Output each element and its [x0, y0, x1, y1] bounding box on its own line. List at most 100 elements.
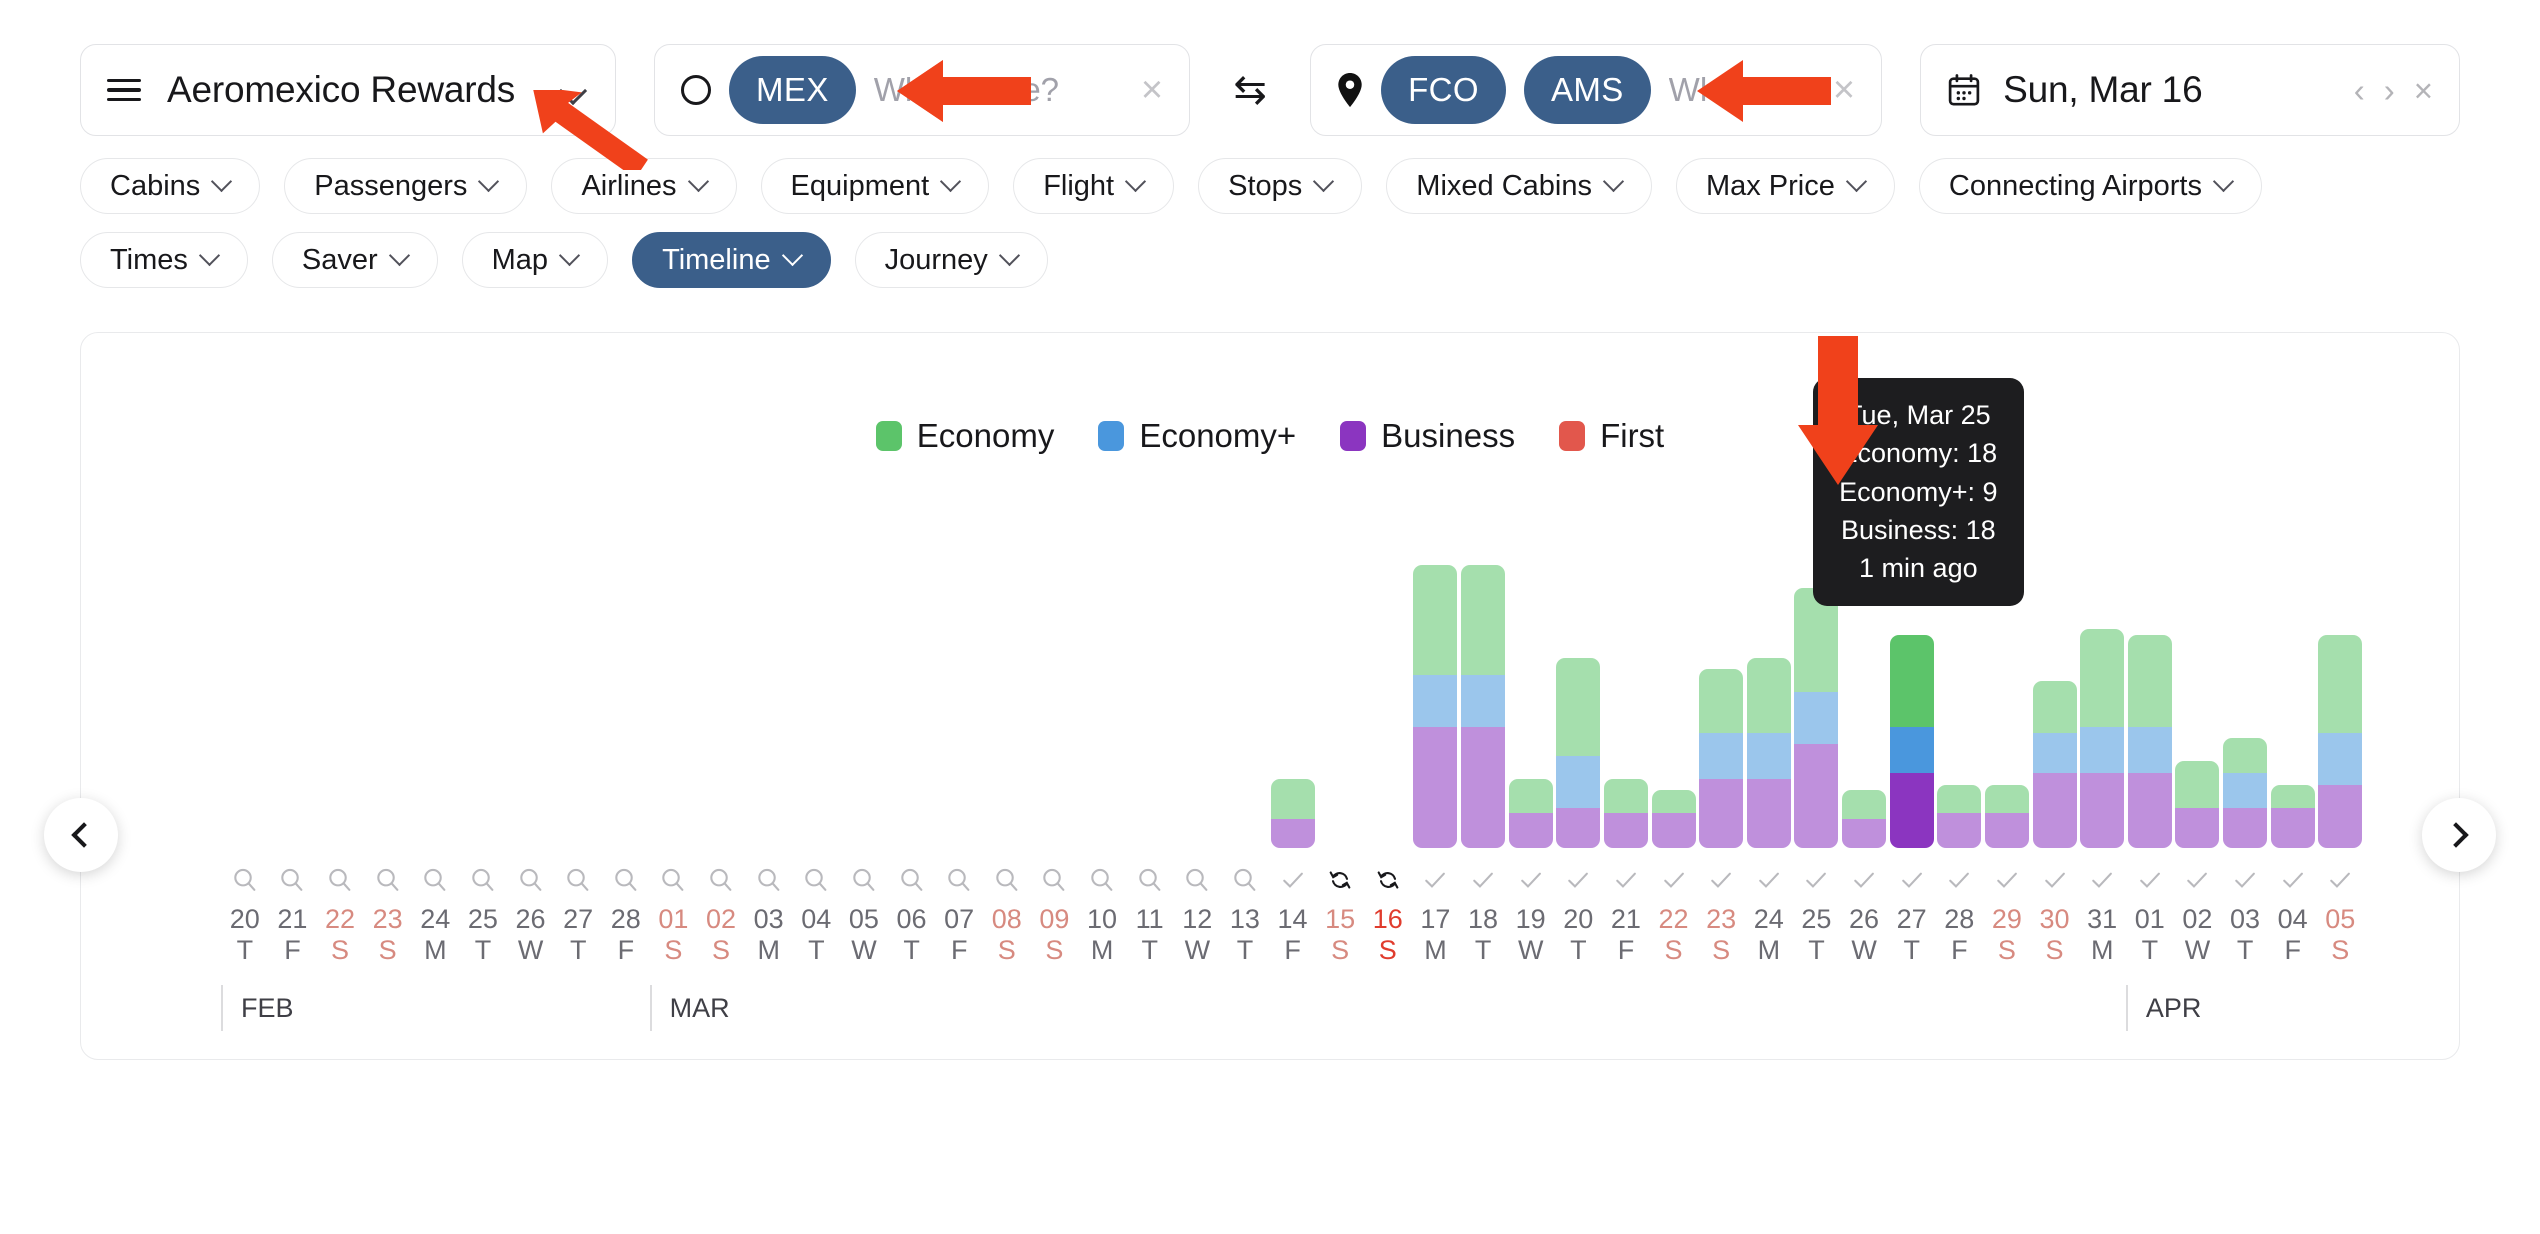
stacked-bar[interactable]	[1746, 657, 1791, 848]
date-status-icon[interactable]	[2183, 860, 2211, 900]
bar-column[interactable]	[364, 548, 412, 848]
stacked-bar[interactable]	[1984, 784, 2029, 848]
date-status-icon[interactable]	[374, 860, 402, 900]
date-axis-cell[interactable]: 23 S	[1697, 860, 1745, 966]
stacked-bar[interactable]	[1889, 634, 1934, 848]
filter-chip-connecting-airports[interactable]: Connecting Airports	[1918, 158, 2262, 214]
date-status-icon[interactable]	[612, 860, 640, 900]
filter-chip-times[interactable]: Times	[80, 232, 248, 288]
stacked-bar[interactable]	[1461, 565, 1506, 848]
date-axis-cell[interactable]: 08 S	[983, 860, 1031, 966]
stacked-bar[interactable]	[1842, 790, 1887, 848]
date-axis-cell[interactable]: 05 W	[840, 860, 888, 966]
bar-column[interactable]	[1697, 548, 1745, 848]
bar-column[interactable]	[316, 548, 364, 848]
stacked-bar[interactable]	[2032, 680, 2077, 848]
filter-chip-map[interactable]: Map	[461, 232, 609, 288]
bar-column[interactable]	[1269, 548, 1317, 848]
date-status-icon[interactable]	[278, 860, 306, 900]
date-status-icon[interactable]	[1945, 860, 1973, 900]
filter-chip-journey[interactable]: Journey	[854, 232, 1048, 288]
origin-clear-icon[interactable]: ×	[1133, 71, 1163, 109]
date-axis-cell[interactable]: 30 S	[2031, 860, 2079, 966]
stacked-bar[interactable]	[1556, 657, 1601, 848]
bar-column[interactable]	[2317, 548, 2365, 848]
date-axis-cell[interactable]: 15 S	[1316, 860, 1364, 966]
date-axis-cell[interactable]: 22 S	[1650, 860, 1698, 966]
legend-item-first[interactable]: First	[1559, 417, 1664, 455]
bar-column[interactable]	[1031, 548, 1079, 848]
stacked-bar[interactable]	[1508, 778, 1553, 848]
date-status-icon[interactable]	[1517, 860, 1545, 900]
legend-item-economy-plus[interactable]: Economy+	[1098, 417, 1296, 455]
date-axis-cell[interactable]: 04 F	[2269, 860, 2317, 966]
date-axis-cell[interactable]: 02 W	[2174, 860, 2222, 966]
bar-column[interactable]	[1174, 548, 1222, 848]
date-status-icon[interactable]	[1707, 860, 1735, 900]
date-axis-cell[interactable]: 18 T	[1459, 860, 1507, 966]
timeline-next-button[interactable]	[2422, 798, 2496, 872]
stacked-bar[interactable]	[1699, 669, 1744, 848]
stacked-bar[interactable]	[2175, 761, 2220, 848]
bar-column[interactable]	[697, 548, 745, 848]
date-status-icon[interactable]	[1326, 860, 1354, 900]
date-status-icon[interactable]	[1564, 860, 1592, 900]
date-status-icon[interactable]	[231, 860, 259, 900]
date-axis-cell[interactable]: 03 T	[2221, 860, 2269, 966]
stacked-bar[interactable]	[1937, 784, 1982, 848]
chevron-down-icon[interactable]	[559, 75, 589, 105]
date-status-icon[interactable]	[1850, 860, 1878, 900]
stacked-bar[interactable]	[2270, 784, 2315, 848]
origin-field[interactable]: MEX Where else? ×	[654, 44, 1191, 136]
date-status-icon[interactable]	[1660, 860, 1688, 900]
bar-column[interactable]	[888, 548, 936, 848]
date-axis-cell[interactable]: 31 M	[2078, 860, 2126, 966]
bar-column[interactable]	[1459, 548, 1507, 848]
date-status-icon[interactable]	[993, 860, 1021, 900]
date-axis-cell[interactable]: 12 W	[1174, 860, 1222, 966]
bar-column[interactable]	[1078, 548, 1126, 848]
date-status-icon[interactable]	[421, 860, 449, 900]
filter-chip-timeline[interactable]: Timeline	[632, 232, 831, 288]
bar-column[interactable]	[1412, 548, 1460, 848]
date-status-icon[interactable]	[1802, 860, 1830, 900]
date-axis-cell[interactable]: 24 M	[412, 860, 460, 966]
date-axis-cell[interactable]: 21 F	[1602, 860, 1650, 966]
destination-airport-chip-0[interactable]: FCO	[1381, 56, 1506, 124]
filter-chip-cabins[interactable]: Cabins	[80, 158, 261, 214]
date-status-icon[interactable]	[850, 860, 878, 900]
date-status-icon[interactable]	[2231, 860, 2259, 900]
destination-placeholder[interactable]: Where else?	[1669, 71, 1807, 109]
date-status-icon[interactable]	[659, 860, 687, 900]
stacked-bar[interactable]	[2127, 634, 2172, 848]
stacked-bar[interactable]	[2080, 628, 2125, 848]
bar-column[interactable]	[221, 548, 269, 848]
date-status-icon[interactable]	[707, 860, 735, 900]
date-status-icon[interactable]	[2279, 860, 2307, 900]
date-axis-cell[interactable]: 17 M	[1412, 860, 1460, 966]
date-axis-cell[interactable]: 06 T	[888, 860, 936, 966]
date-status-icon[interactable]	[1040, 860, 1068, 900]
date-axis-cell[interactable]: 27 T	[554, 860, 602, 966]
date-axis-cell[interactable]: 04 T	[793, 860, 841, 966]
date-status-icon[interactable]	[517, 860, 545, 900]
origin-airport-chip-0[interactable]: MEX	[729, 56, 856, 124]
date-status-icon[interactable]	[564, 860, 592, 900]
bar-column[interactable]	[1364, 548, 1412, 848]
date-axis-cell[interactable]: 29 S	[1983, 860, 2031, 966]
bar-column[interactable]	[1507, 548, 1555, 848]
stacked-bar[interactable]	[2223, 738, 2268, 848]
date-axis-cell[interactable]: 14 F	[1269, 860, 1317, 966]
origin-placeholder[interactable]: Where else?	[874, 71, 1115, 109]
date-axis-cell[interactable]: 27 T	[1888, 860, 1936, 966]
bar-column[interactable]	[459, 548, 507, 848]
date-axis-cell[interactable]: 26 W	[1840, 860, 1888, 966]
date-status-icon[interactable]	[2326, 860, 2354, 900]
date-axis-cell[interactable]: 03 M	[745, 860, 793, 966]
date-axis-cell[interactable]: 02 S	[697, 860, 745, 966]
date-axis-cell[interactable]: 25 T	[1793, 860, 1841, 966]
filter-chip-max-price[interactable]: Max Price	[1675, 158, 1895, 214]
bar-column[interactable]	[2078, 548, 2126, 848]
filter-chip-equipment[interactable]: Equipment	[760, 158, 990, 214]
date-axis-cell[interactable]: 01 S	[650, 860, 698, 966]
